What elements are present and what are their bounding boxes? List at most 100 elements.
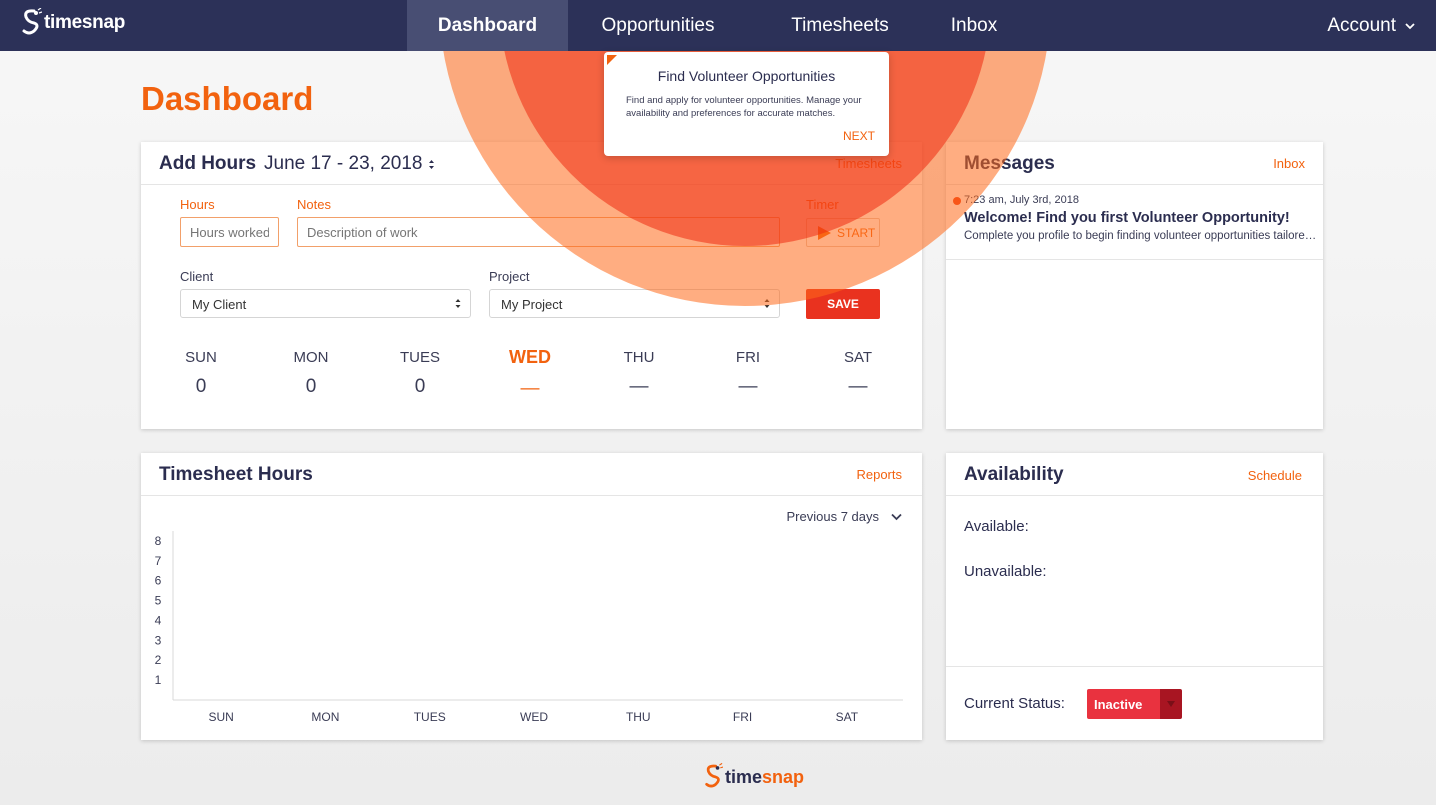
add-hours-card: Add Hours June 17 - 23, 2018 Timesheets … [141, 142, 922, 429]
day-hours: 0 [195, 376, 207, 397]
client-select[interactable]: My Client [180, 289, 471, 318]
project-label: Project [489, 269, 530, 284]
timesnap-logo-icon [705, 762, 723, 788]
day-hours: — [629, 376, 649, 397]
notes-label: Notes [297, 197, 331, 212]
start-label: START [837, 225, 876, 240]
day-sun: SUN 0 [166, 349, 236, 398]
day-thu: THU — [604, 349, 674, 398]
timer-start-button[interactable]: START [806, 218, 880, 247]
day-hours: 0 [414, 376, 426, 397]
day-name: THU [623, 349, 655, 366]
tooltip-title: Find Volunteer Opportunities [657, 68, 836, 84]
brand-logo[interactable]: timesnap [20, 8, 125, 38]
notes-input[interactable] [297, 217, 780, 247]
y-tick-label: 8 [155, 534, 162, 548]
nav-tab-dashboard[interactable]: Dashboard [407, 0, 568, 51]
x-tick-label: FRI [733, 710, 752, 724]
x-tick-label: WED [520, 710, 548, 724]
client-value: My Client [192, 297, 247, 312]
messages-header: Messages Inbox [946, 142, 1323, 185]
y-tick-label: 7 [155, 554, 162, 568]
hours-input[interactable] [180, 217, 279, 247]
y-tick-label: 3 [155, 633, 162, 647]
y-tick-label: 6 [155, 574, 162, 588]
message-time: 7:23 am, July 3rd, 2018 [964, 194, 1079, 206]
y-tick-label: 1 [155, 673, 162, 687]
day-tues: TUES 0 [385, 349, 455, 398]
status-label: Current Status: [964, 695, 1065, 712]
sort-arrows-icon [429, 159, 435, 169]
week-range-label: June 17 - 23, 2018 [264, 153, 423, 174]
select-arrows-icon [764, 299, 770, 308]
availability-header: Availability Schedule [946, 453, 1323, 496]
top-nav: timesnap Dashboard Opportunities Timeshe… [0, 0, 1436, 51]
nav-tab-timesheets[interactable]: Timesheets [748, 0, 932, 51]
day-sat: SAT — [823, 349, 893, 398]
messages-title: Messages [964, 153, 1055, 174]
y-tick-label: 5 [155, 594, 162, 608]
unread-dot-icon [953, 197, 961, 205]
save-button[interactable]: SAVE [806, 289, 880, 319]
timesheets-link[interactable]: Timesheets [835, 156, 902, 171]
tooltip-body: Find and apply for volunteer opportuniti… [626, 95, 862, 119]
caret-down-icon [1167, 701, 1175, 707]
x-tick-label: TUES [414, 710, 446, 724]
footer-brand-b: snap [762, 766, 805, 787]
day-wed: WED — [495, 347, 565, 400]
message-item[interactable]: 7:23 am, July 3rd, 2018 Welcome! Find yo… [946, 185, 1323, 260]
day-name: TUES [399, 349, 440, 366]
add-hours-title: Add Hours [159, 153, 257, 174]
schedule-link[interactable]: Schedule [1248, 468, 1302, 483]
day-hours: — [738, 376, 758, 397]
availability-title: Availability [964, 464, 1064, 485]
unavailable-label: Unavailable: [964, 563, 1047, 580]
tooltip-next-button[interactable]: NEXT [843, 129, 875, 143]
day-name: MON [293, 349, 329, 366]
select-arrows-icon [455, 299, 461, 308]
account-label: Account [1327, 14, 1396, 36]
timesheet-hours-card: Timesheet Hours Reports Previous 7 days … [141, 453, 922, 740]
footer-brand-a: time [725, 766, 763, 787]
tooltip-corner-icon [607, 55, 617, 65]
day-name: FRI [735, 349, 761, 366]
chevron-down-icon [1405, 22, 1415, 29]
day-hours: — [520, 378, 540, 399]
inbox-link[interactable]: Inbox [1273, 156, 1305, 171]
status-button[interactable]: Inactive [1087, 689, 1160, 719]
messages-card: Messages Inbox 7:23 am, July 3rd, 2018 W… [946, 142, 1323, 429]
message-preview: Complete you profile to begin finding vo… [964, 230, 1322, 242]
status-row: Current Status: Inactive [946, 666, 1323, 741]
y-tick-label: 4 [155, 613, 162, 627]
footer-brand: timesnap [725, 767, 804, 788]
day-name: WED [509, 347, 551, 367]
project-select[interactable]: My Project [489, 289, 780, 318]
nav-tab-opportunities[interactable]: Opportunities [568, 0, 748, 51]
brand-name: timesnap [44, 12, 126, 33]
page-title: Dashboard [141, 80, 314, 117]
project-value: My Project [501, 297, 563, 312]
day-name: SUN [185, 349, 217, 366]
timesheet-hours-chart: 1 2 3 4 5 6 7 8 SUN MON TUES WED THU FRI SAT [155, 531, 903, 724]
footer-logo: timesnap [703, 762, 804, 792]
day-mon: MON 0 [276, 349, 346, 398]
y-tick-label: 2 [155, 653, 162, 667]
day-fri: FRI — [713, 349, 783, 398]
play-icon [818, 225, 831, 240]
available-label: Available: [964, 518, 1029, 535]
timer-label: Timer [806, 197, 839, 212]
status-dropdown-toggle[interactable] [1160, 689, 1182, 719]
onboarding-tooltip: Find Volunteer Opportunities Find and ap… [604, 52, 889, 156]
account-menu[interactable]: Account [1327, 0, 1416, 51]
day-hours: 0 [305, 376, 317, 397]
hours-label: Hours [180, 197, 215, 212]
day-name: SAT [843, 349, 873, 366]
week-range-picker[interactable]: June 17 - 23, 2018 [264, 153, 435, 175]
x-tick-label: SAT [836, 710, 859, 724]
day-hours: — [848, 376, 868, 397]
x-tick-label: SUN [208, 710, 233, 724]
message-subject: Welcome! Find you first Volunteer Opport… [964, 210, 1290, 226]
nav-tab-inbox[interactable]: Inbox [932, 0, 1016, 51]
x-tick-label: THU [626, 710, 651, 724]
timesnap-logo-icon [22, 8, 42, 35]
